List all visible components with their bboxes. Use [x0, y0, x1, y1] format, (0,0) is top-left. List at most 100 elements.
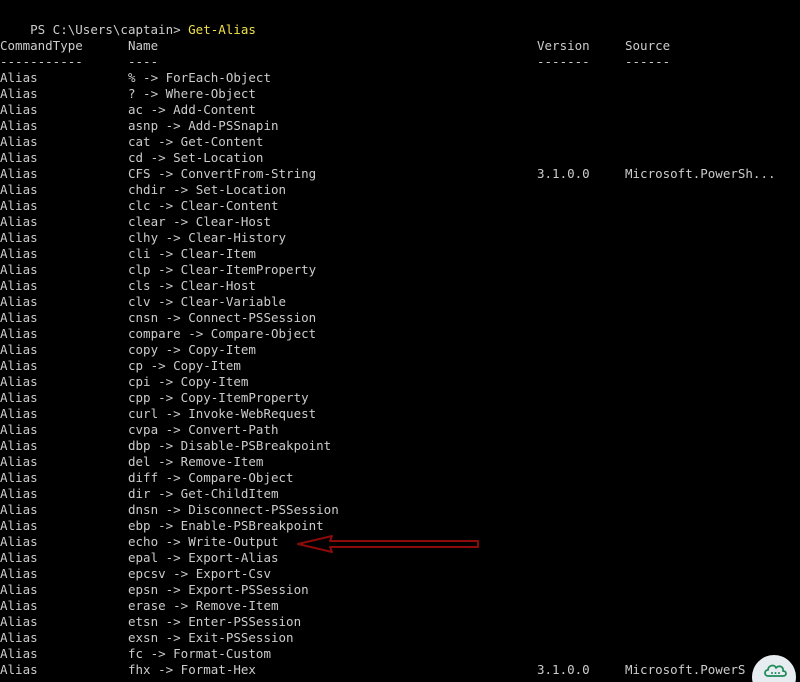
table-row: Alias etsn -> Enter-PSSession — [0, 614, 800, 630]
cell-name: clv -> Clear-Variable — [128, 294, 287, 309]
cell-commandtype: Alias — [0, 262, 38, 277]
table-header: CommandType Name Version Source — [0, 38, 800, 54]
cell-commandtype: Alias — [0, 518, 38, 533]
cell-version: 3.1.0.0 — [537, 662, 590, 677]
table-row: Alias compare -> Compare-Object — [0, 326, 800, 342]
table-row: Alias fc -> Format-Custom — [0, 646, 800, 662]
table-row: Alias cls -> Clear-Host — [0, 278, 800, 294]
cell-name: diff -> Compare-Object — [128, 470, 294, 485]
cell-name: % -> ForEach-Object — [128, 70, 271, 85]
cell-commandtype: Alias — [0, 86, 38, 101]
cloud-shape — [764, 664, 787, 677]
cell-commandtype: Alias — [0, 406, 38, 421]
cell-commandtype: Alias — [0, 198, 38, 213]
cell-commandtype: Alias — [0, 454, 38, 469]
table-row: Alias clc -> Clear-Content — [0, 198, 800, 214]
table-row: Alias clear -> Clear-Host — [0, 214, 800, 230]
cell-commandtype: Alias — [0, 342, 38, 357]
cell-name: cpp -> Copy-ItemProperty — [128, 390, 309, 405]
cell-name: clhy -> Clear-History — [128, 230, 287, 245]
table-row: Alias dnsn -> Disconnect-PSSession — [0, 502, 800, 518]
cell-name: ebp -> Enable-PSBreakpoint — [128, 518, 324, 533]
cell-version: 3.1.0.0 — [537, 166, 590, 181]
cell-commandtype: Alias — [0, 486, 38, 501]
cell-name: del -> Remove-Item — [128, 454, 264, 469]
cell-commandtype: Alias — [0, 294, 38, 309]
header-name: Name — [128, 38, 159, 53]
table-row: Alias copy -> Copy-Item — [0, 342, 800, 358]
cell-name: cd -> Set-Location — [128, 150, 264, 165]
cell-source: Microsoft.PowerSh... — [625, 166, 776, 181]
table-row: Alias ac -> Add-Content — [0, 102, 800, 118]
table-row: Alias cp -> Copy-Item — [0, 358, 800, 374]
cell-commandtype: Alias — [0, 102, 38, 117]
cell-name: dir -> Get-ChildItem — [128, 486, 279, 501]
table-row: Alias clv -> Clear-Variable — [0, 294, 800, 310]
cell-commandtype: Alias — [0, 326, 38, 341]
cell-name: compare -> Compare-Object — [128, 326, 317, 341]
cell-commandtype: Alias — [0, 502, 38, 517]
cell-name: curl -> Invoke-WebRequest — [128, 406, 317, 421]
table-row: Alias dir -> Get-ChildItem — [0, 486, 800, 502]
cell-commandtype: Alias — [0, 70, 38, 85]
cell-commandtype: Alias — [0, 150, 38, 165]
cell-commandtype: Alias — [0, 566, 38, 581]
dot-3 — [778, 672, 780, 674]
cell-commandtype: Alias — [0, 550, 38, 565]
table-row: Alias cli -> Clear-Item — [0, 246, 800, 262]
cell-name: asnp -> Add-PSSnapin — [128, 118, 279, 133]
separator-name: ---- — [128, 54, 159, 69]
cloud-chat-icon — [764, 664, 787, 677]
cell-name: cls -> Clear-Host — [128, 278, 256, 293]
cell-name: copy -> Copy-Item — [128, 342, 256, 357]
cell-commandtype: Alias — [0, 662, 38, 677]
terminal-window[interactable]: PS C:\Users\captain> Get-Alias CommandTy… — [0, 0, 800, 682]
cell-commandtype: Alias — [0, 438, 38, 453]
cell-commandtype: Alias — [0, 598, 38, 613]
table-row: Alias CFS -> ConvertFrom-String 3.1.0.0 Mic… — [0, 166, 800, 182]
cell-name: etsn -> Enter-PSSession — [128, 614, 302, 629]
cell-source: Microsoft.PowerS — [625, 662, 746, 677]
table-row: Alias clhy -> Clear-History — [0, 230, 800, 246]
dot-2 — [774, 672, 777, 674]
table-row: Alias epsn -> Export-PSSession — [0, 582, 800, 598]
cell-name: cp -> Copy-Item — [128, 358, 241, 373]
cell-name: ac -> Add-Content — [128, 102, 256, 117]
table-row: Alias erase -> Remove-Item — [0, 598, 800, 614]
table-row: Alias exsn -> Exit-PSSession — [0, 630, 800, 646]
header-commandtype: CommandType — [0, 38, 83, 53]
table-row: Alias fhx -> Format-Hex 3.1.0.0 Microsoft.P… — [0, 662, 800, 678]
table-row: Alias cvpa -> Convert-Path — [0, 422, 800, 438]
cell-name: clc -> Clear-Content — [128, 198, 279, 213]
cell-commandtype: Alias — [0, 358, 38, 373]
table-separator: ----------- ---- ------- ------ — [0, 54, 800, 70]
cell-name: epcsv -> Export-Csv — [128, 566, 271, 581]
table-row: Alias del -> Remove-Item — [0, 454, 800, 470]
cell-commandtype: Alias — [0, 310, 38, 325]
separator-commandtype: ----------- — [0, 54, 83, 69]
cell-name: erase -> Remove-Item — [128, 598, 279, 613]
cell-commandtype: Alias — [0, 214, 38, 229]
table-row: Alias epcsv -> Export-Csv — [0, 566, 800, 582]
cell-name: epsn -> Export-PSSession — [128, 582, 309, 597]
prompt-line: PS C:\Users\captain> Get-Alias — [0, 6, 800, 37]
cell-name: cli -> Clear-Item — [128, 246, 256, 261]
cell-commandtype: Alias — [0, 182, 38, 197]
cell-commandtype: Alias — [0, 646, 38, 661]
cell-name: clear -> Clear-Host — [128, 214, 271, 229]
arrow-outline — [297, 535, 479, 553]
cell-name: cnsn -> Connect-PSSession — [128, 310, 317, 325]
table-row: Alias chdir -> Set-Location — [0, 182, 800, 198]
cell-commandtype: Alias — [0, 246, 38, 261]
table-row: Alias diff -> Compare-Object — [0, 470, 800, 486]
table-row: Alias ? -> Where-Object — [0, 86, 800, 102]
cell-commandtype: Alias — [0, 374, 38, 389]
header-version: Version — [537, 38, 590, 53]
cell-name: echo -> Write-Output — [128, 534, 279, 549]
cell-name: clp -> Clear-ItemProperty — [128, 262, 317, 277]
cell-commandtype: Alias — [0, 630, 38, 645]
cell-name: exsn -> Exit-PSSession — [128, 630, 294, 645]
table-row: Alias cat -> Get-Content — [0, 134, 800, 150]
cell-commandtype: Alias — [0, 118, 38, 133]
cell-commandtype: Alias — [0, 134, 38, 149]
